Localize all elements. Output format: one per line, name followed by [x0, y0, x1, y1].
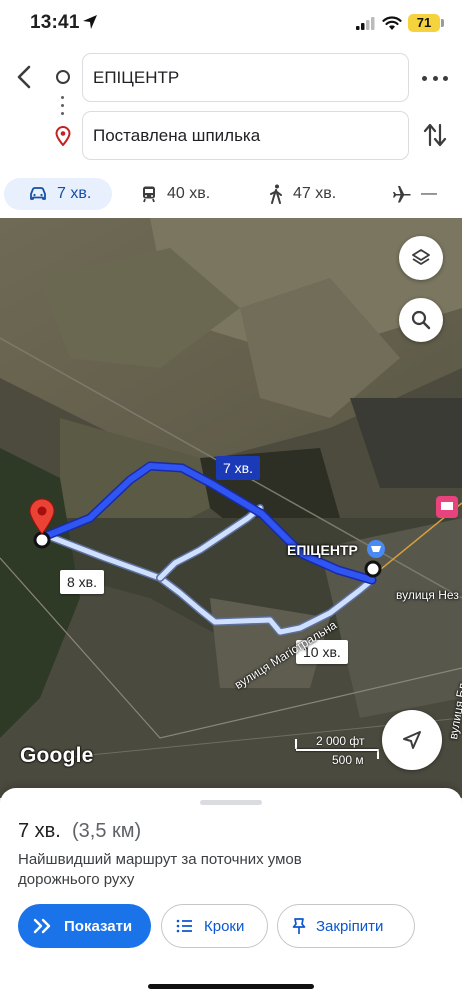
- wifi-icon: [382, 16, 402, 30]
- scale-bar: [296, 749, 378, 751]
- start-button-label: Показати: [64, 917, 133, 935]
- tab-flights-label: —: [421, 185, 437, 202]
- pin-button-label: Закріпити: [316, 917, 384, 935]
- steps-button[interactable]: Кроки: [161, 904, 268, 948]
- route-dots-icon: [61, 96, 65, 118]
- swap-icon[interactable]: [422, 120, 448, 150]
- tab-driving[interactable]: 7 хв.: [4, 178, 112, 210]
- battery-icon: 71: [408, 14, 440, 32]
- tab-driving-label: 7 хв.: [57, 185, 92, 202]
- status-time: 13:41: [30, 12, 80, 33]
- search-icon: [411, 310, 431, 330]
- satellite-map: [0, 218, 462, 798]
- route-duration: 7 хв.: [18, 820, 61, 842]
- pushpin-icon: [292, 918, 306, 934]
- tab-walking-label: 47 хв.: [293, 185, 337, 202]
- route-distance: (3,5 км): [72, 820, 142, 842]
- destination-field[interactable]: Поставлена шпилька: [82, 111, 409, 160]
- back-arrow-icon[interactable]: [12, 62, 38, 92]
- battery-tip: [441, 19, 444, 27]
- origin-field[interactable]: ЕПІЦЕНТР: [82, 53, 409, 102]
- search-button[interactable]: [399, 298, 443, 342]
- route-label-alt-1[interactable]: 8 хв.: [60, 570, 105, 594]
- layers-icon: [412, 249, 430, 265]
- origin-circle-icon: [56, 70, 70, 84]
- home-indicator: [148, 984, 314, 989]
- route-summary-sheet: 7 хв. (3,5 км) Найшвидший маршрут за пот…: [0, 788, 462, 999]
- street-label-2: вулиця Нез: [396, 588, 459, 602]
- start-button[interactable]: Показати: [18, 904, 151, 948]
- google-logo: Google: [20, 744, 94, 767]
- pin-button[interactable]: Закріпити: [277, 904, 415, 948]
- route-description: Найшвидший маршрут за поточних умов доро…: [18, 851, 302, 888]
- scale-feet-label: 2 000 фт: [316, 734, 365, 748]
- transit-icon: [143, 186, 155, 203]
- steps-button-label: Кроки: [204, 917, 245, 935]
- navigation-arrow-icon: [403, 731, 421, 749]
- list-icon: [176, 919, 192, 933]
- tab-walking[interactable]: 47 хв.: [268, 178, 336, 210]
- double-chevron-icon: [33, 918, 51, 934]
- car-icon: [30, 187, 46, 200]
- flight-icon: [393, 186, 411, 203]
- poi-label[interactable]: ЕПІЦЕНТР: [287, 542, 358, 558]
- navigate-button[interactable]: [382, 710, 442, 770]
- tab-transit-label: 40 хв.: [167, 185, 211, 202]
- walk-icon: [270, 184, 282, 204]
- tab-transit[interactable]: 40 хв.: [140, 178, 210, 210]
- layers-button[interactable]: [399, 236, 443, 280]
- route-label-primary[interactable]: 7 хв.: [216, 456, 261, 480]
- status-bar: 13:41 71: [0, 0, 462, 48]
- more-options-icon[interactable]: [422, 66, 448, 90]
- location-arrow-icon: [83, 15, 97, 29]
- destination-pin-icon: [55, 126, 71, 146]
- cell-signal-icon: [356, 17, 375, 30]
- travel-mode-tabs: 7 хв. 40 хв. 47 хв. —: [0, 170, 462, 216]
- tab-flights[interactable]: —: [392, 178, 437, 210]
- map-view[interactable]: 7 хв. 8 хв. 10 хв. ЕПІЦЕНТР вулиця Магіс…: [0, 218, 462, 798]
- sheet-grabber[interactable]: [200, 800, 262, 805]
- scale-meters-label: 500 м: [332, 753, 364, 767]
